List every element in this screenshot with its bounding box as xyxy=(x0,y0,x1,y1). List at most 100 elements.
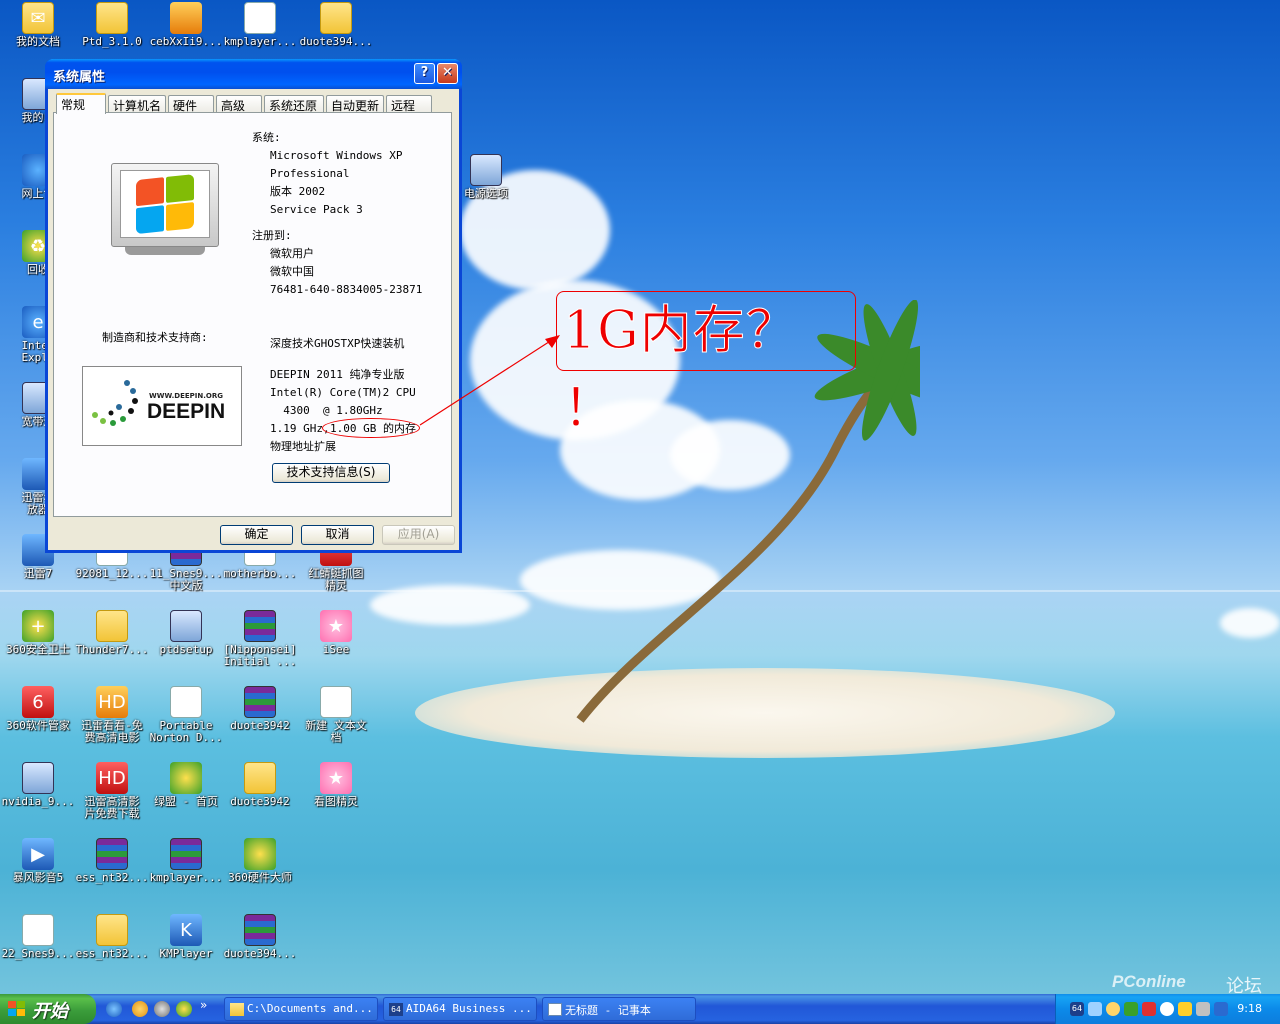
norton-icon xyxy=(170,686,202,718)
clock[interactable]: 9:18 xyxy=(1237,1002,1262,1015)
my-documents-icon: ✉ xyxy=(22,2,54,34)
browser-quicklaunch-icon[interactable] xyxy=(154,1001,170,1017)
desktop-icon-ess-nt32-folder[interactable]: ess_nt32... xyxy=(74,914,150,960)
deepin-swirl-icon xyxy=(92,380,138,426)
tab-general[interactable]: 常规 xyxy=(56,93,106,114)
desktop-icon-new-text[interactable]: 新建 文本文 档 xyxy=(298,686,374,744)
folder-icon xyxy=(96,2,128,34)
windows-flag-icon xyxy=(8,1001,25,1016)
desktop-icon-kmplayer-temp[interactable]: kmplayer... xyxy=(222,2,298,48)
tab-auto-update[interactable]: 自动更新 xyxy=(326,95,384,113)
archive-file-icon xyxy=(170,2,202,34)
ie-quicklaunch-icon[interactable] xyxy=(106,1001,122,1017)
tab-system-restore[interactable]: 系统还原 xyxy=(264,95,324,113)
quicklaunch-more-button[interactable]: » xyxy=(200,998,207,1012)
desktop-icon-baofeng[interactable]: ▶ 暴风影音5 xyxy=(0,838,76,884)
desktop-icon-ess-nt32-rar[interactable]: ess_nt32... xyxy=(74,838,150,884)
tab-remote[interactable]: 远程 xyxy=(386,95,432,113)
tab-computer-name[interactable]: 计算机名 xyxy=(108,95,166,113)
spec-cpu: Intel(R) Core(TM)2 CPU xyxy=(270,386,416,399)
desktop-icon-norton[interactable]: Portable Norton D... xyxy=(148,686,224,744)
manufacturer-label: 制造商和技术支持商: xyxy=(102,331,208,344)
desktop-icon-ptd[interactable]: Ptd_3.1.0 xyxy=(74,2,150,48)
start-button[interactable]: 开始 xyxy=(0,994,96,1024)
qq-quicklaunch-icon[interactable] xyxy=(132,1001,148,1017)
desktop-icon-360-hardware[interactable]: 360硬件大师 xyxy=(222,838,298,884)
dialog-title: 系统属性 xyxy=(53,70,106,85)
tab-advanced[interactable]: 高级 xyxy=(216,95,262,113)
desktop-icon-nvidia[interactable]: nvidia_9... xyxy=(0,762,76,808)
close-button[interactable]: ✕ xyxy=(437,63,458,84)
warning-tray-icon[interactable] xyxy=(1178,1002,1192,1016)
desktop-icon-duote3942-folder[interactable]: duote3942 xyxy=(222,762,298,808)
deepin-logo: WWW.DEEPIN.ORG DEEPIN xyxy=(82,366,242,446)
text-file-icon xyxy=(320,686,352,718)
desktop-icon-duote3942-rar[interactable]: duote3942 xyxy=(222,686,298,732)
deepin-url: WWW.DEEPIN.ORG xyxy=(149,392,223,400)
annotation-callout: 1G内存？ ！ xyxy=(556,291,856,440)
rar-icon xyxy=(244,686,276,718)
qq-tray-icon[interactable] xyxy=(1106,1002,1120,1016)
taskbar: 开始 » C:\Documents and... 64 AIDA64 Busin… xyxy=(0,994,1280,1024)
desktop-icon-thunder7[interactable]: Thunder7... xyxy=(74,610,150,656)
support-info-button[interactable]: 技术支持信息(S) xyxy=(272,463,390,483)
folder-icon xyxy=(230,1003,244,1016)
tab-hardware[interactable]: 硬件 xyxy=(168,95,214,113)
spec-ghz: 1.19 GHz, xyxy=(270,422,330,435)
antivirus-tray-icon[interactable] xyxy=(1142,1002,1156,1016)
system-line-os: Microsoft Windows XP xyxy=(270,149,403,162)
windows-logo-icon xyxy=(111,163,219,255)
image-viewer-icon: ★ xyxy=(320,762,352,794)
desktop-icon-xunlei-hd[interactable]: HD 迅雷高清影 片免费下载 xyxy=(74,762,150,820)
update-tray-icon[interactable] xyxy=(1160,1002,1174,1016)
dialog-titlebar[interactable]: 系统属性 ? ✕ xyxy=(45,59,462,89)
rar-icon xyxy=(244,610,276,642)
task-button-aida64[interactable]: 64 AIDA64 Business ... xyxy=(383,997,537,1021)
desktop-icon-my-documents[interactable]: ✉ 我的文档 xyxy=(0,2,76,48)
general-panel: 系统: Microsoft Windows XP Professional 版本… xyxy=(53,112,452,517)
memory-highlight-ellipse xyxy=(322,418,420,438)
desktop-icon-duote394-folder[interactable]: duote394... xyxy=(298,2,374,48)
help-button[interactable]: ? xyxy=(414,63,435,84)
spec-edition: DEEPIN 2011 纯净专业版 xyxy=(270,368,405,381)
network-tray-icon[interactable] xyxy=(1088,1002,1102,1016)
xunlei-tray-icon[interactable] xyxy=(1214,1002,1228,1016)
desktop-icon-22-snes[interactable]: 22_Snes9... xyxy=(0,914,76,960)
apply-button[interactable]: 应用(A) xyxy=(382,525,455,545)
system-line-sp: Service Pack 3 xyxy=(270,203,363,216)
task-button-explorer[interactable]: C:\Documents and... xyxy=(224,997,378,1021)
desktop-icon-nipponsei[interactable]: [Nipponsei] Initial ... xyxy=(222,610,298,668)
notepad-icon xyxy=(548,1003,562,1016)
temp-file-icon xyxy=(22,914,54,946)
desktop-icon-lvmeng[interactable]: 绿盟 - 首页 xyxy=(148,762,224,808)
thunder-installer-icon xyxy=(96,610,128,642)
shield-tray-icon[interactable] xyxy=(1124,1002,1138,1016)
aida64-tray-icon[interactable]: 64 xyxy=(1070,1002,1084,1016)
isee-icon: ★ xyxy=(320,610,352,642)
cancel-button[interactable]: 取消 xyxy=(301,525,374,545)
xunlei-hd-icon: HD xyxy=(96,762,128,794)
rar-icon xyxy=(244,914,276,946)
xunlei-kankan-icon: HD xyxy=(96,686,128,718)
desktop-icon-isee[interactable]: ★ iSee xyxy=(298,610,374,656)
volume-tray-icon[interactable] xyxy=(1196,1002,1210,1016)
registered-label: 注册到: xyxy=(252,229,292,242)
desktop-icon-kmplayer-rar[interactable]: kmplayer... xyxy=(148,838,224,884)
ok-button[interactable]: 确定 xyxy=(220,525,293,545)
system-properties-dialog: 系统属性 ? ✕ 常规 计算机名 硬件 高级 系统还原 自动更新 远程 系统: … xyxy=(45,59,462,553)
desktop-icon-cebxx[interactable]: cebXxIi9... xyxy=(148,2,224,48)
task-button-notepad[interactable]: 无标题 - 记事本 xyxy=(542,997,696,1021)
desktop-icon-360-safe[interactable]: + 360安全卫士 xyxy=(0,610,76,656)
360-safe-icon: + xyxy=(22,610,54,642)
desktop-icon-image-viewer[interactable]: ★ 看图精灵 xyxy=(298,762,374,808)
watermark-brand: PConline xyxy=(1112,972,1186,991)
desktop-icon-xunlei-kankan[interactable]: HD 迅雷看看-免 费高清电影 xyxy=(74,686,150,744)
temp-file-icon xyxy=(244,2,276,34)
nvidia-setup-icon xyxy=(22,762,54,794)
desktop-icon-360-manager[interactable]: 6 360软件管家 xyxy=(0,686,76,732)
desktop-icon-kmplayer-app[interactable]: K KMPlayer xyxy=(148,914,224,960)
desktop-icon-ptdsetup[interactable]: ptdsetup xyxy=(148,610,224,656)
360-quicklaunch-icon[interactable] xyxy=(176,1001,192,1017)
desktop-icon-duote394-rar[interactable]: duote394... xyxy=(222,914,298,960)
lvmeng-icon xyxy=(170,762,202,794)
